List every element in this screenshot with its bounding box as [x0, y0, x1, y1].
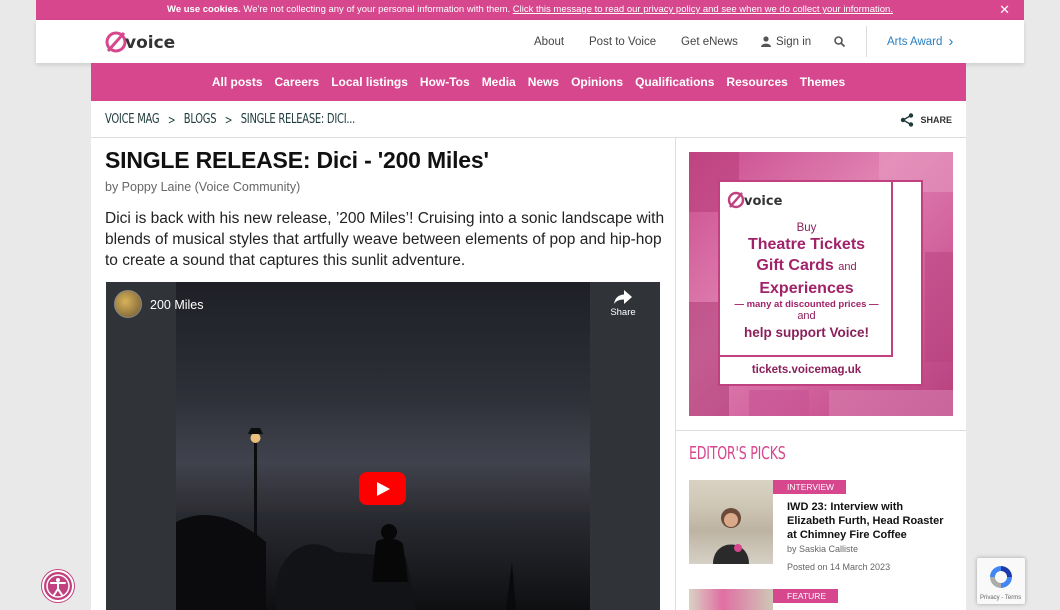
nav-get-enews[interactable]: Get eNews — [681, 20, 738, 63]
nav-post-to-voice[interactable]: Post to Voice — [589, 20, 656, 63]
ad-voice-logo: voice — [727, 188, 793, 217]
article-byline: by Poppy Laine (Voice Community) — [105, 180, 301, 194]
recaptcha-text[interactable]: Privacy - Terms — [980, 595, 1021, 601]
arts-award-link[interactable]: Arts Award › — [866, 26, 953, 57]
pick-date: Posted on 14 March 2023 — [787, 562, 891, 572]
share-arrow-icon — [614, 290, 632, 304]
nav-opinions[interactable]: Opinions — [571, 75, 623, 89]
user-icon — [761, 36, 771, 47]
ad-gift-cards-line: Gift Cards and — [720, 255, 893, 278]
nav-about-label: About — [534, 35, 565, 48]
breadcrumb-current: SINGLE RELEASE: DICI... — [240, 112, 356, 127]
video-share-button[interactable]: Share — [608, 290, 638, 318]
nav-resources[interactable]: Resources — [726, 75, 787, 89]
cookie-banner[interactable]: We use cookies. We're not collecting any… — [36, 0, 1024, 20]
column-divider — [675, 138, 676, 610]
nav-careers[interactable]: Careers — [275, 75, 320, 89]
search-button[interactable] — [834, 20, 845, 63]
article: SINGLE RELEASE: Dici - '200 Miles' by Po… — [105, 147, 665, 271]
pick-title[interactable]: IWD 23: Interview with Elizabeth Furth, … — [787, 500, 953, 542]
editors-pick-item[interactable]: FEATURE — [689, 589, 953, 610]
pick-thumbnail[interactable] — [689, 589, 773, 610]
nav-media[interactable]: Media — [482, 75, 516, 89]
chevron-right-icon: › — [948, 33, 954, 50]
breadcrumb: VOICE MAG > BLOGS > SINGLE RELEASE: DICI… — [105, 101, 355, 138]
ad-card-inner: voice Buy Theatre Tickets Gift Cards and… — [720, 182, 893, 357]
nav-sign-in[interactable]: Sign in — [761, 20, 811, 63]
ad-card: voice Buy Theatre Tickets Gift Cards and… — [718, 180, 923, 386]
nav-post-label: Post to Voice — [589, 35, 657, 48]
ad-buy: Buy — [796, 222, 817, 234]
pick-thumbnail[interactable] — [689, 480, 773, 564]
recaptcha-badge[interactable]: Privacy - Terms — [977, 558, 1025, 604]
pick-tag[interactable]: FEATURE — [773, 589, 839, 603]
main-content: VOICE MAG > BLOGS > SINGLE RELEASE: DICI… — [91, 101, 966, 610]
video-player[interactable]: 200 Miles Share — [106, 282, 660, 610]
close-icon[interactable]: ✕ — [999, 0, 1010, 19]
ad-discount: — many at discounted prices — — [734, 299, 879, 310]
pick-author: by Saskia Calliste — [787, 544, 859, 554]
site-header: voice About Post to Voice Get eNews Sign… — [36, 20, 1024, 63]
sidebar-divider — [676, 430, 966, 431]
article-title: SINGLE RELEASE: Dici - '200 Miles' — [105, 147, 489, 173]
voice-logo[interactable]: voice — [104, 27, 184, 57]
article-lead: Dici is back with his new release, ’200 … — [105, 210, 665, 269]
nav-themes[interactable]: Themes — [800, 75, 845, 89]
ad-logo-text: voice — [744, 194, 783, 209]
breadcrumb-separator-icon: > — [167, 112, 176, 127]
ad-and: and — [797, 310, 816, 322]
nav-about[interactable]: About — [534, 20, 564, 63]
nav-enews-label: Get eNews — [681, 35, 738, 48]
ad-text: Buy Theatre Tickets Gift Cards and Exper… — [720, 222, 893, 340]
editors-pick-item[interactable]: INTERVIEW IWD 23: Interview with Elizabe… — [689, 480, 953, 572]
privacy-policy-link[interactable]: Click this message to read our privacy p… — [513, 4, 893, 15]
cookie-banner-bold: We use cookies. — [167, 4, 241, 15]
accessibility-button[interactable] — [42, 570, 74, 602]
ad-gift-cards: Gift Cards — [756, 257, 834, 274]
ad-and-inline: and — [838, 261, 857, 273]
ad-theatre-tickets: Theatre Tickets — [747, 236, 866, 253]
ad-experiences: Experiences — [759, 280, 854, 297]
nav-how-tos[interactable]: How-Tos — [420, 75, 470, 89]
ad-url: tickets.voicemag.uk — [751, 364, 862, 376]
breadcrumb-bar: VOICE MAG > BLOGS > SINGLE RELEASE: DICI… — [91, 101, 966, 138]
accessibility-icon — [46, 574, 70, 598]
play-icon[interactable] — [359, 472, 406, 505]
video-title[interactable]: 200 Miles — [150, 298, 204, 312]
recaptcha-icon — [990, 566, 1012, 588]
ad-support: help support Voice! — [743, 325, 869, 340]
breadcrumb-voice-mag[interactable]: VOICE MAG — [105, 112, 160, 127]
page: We use cookies. We're not collecting any… — [0, 0, 1060, 610]
breadcrumb-blogs[interactable]: BLOGS — [184, 112, 217, 127]
logo-text: voice — [125, 33, 175, 53]
nav-news[interactable]: News — [528, 75, 559, 89]
ticket-ad[interactable]: voice Buy Theatre Tickets Gift Cards and… — [689, 152, 953, 416]
main-nav: All posts Careers Local listings How-Tos… — [91, 63, 966, 101]
nav-all-posts[interactable]: All posts — [212, 75, 263, 89]
channel-avatar[interactable] — [114, 290, 142, 318]
cookie-banner-text: We're not collecting any of your persona… — [240, 4, 513, 15]
breadcrumb-separator-icon: > — [224, 112, 233, 127]
pick-tag[interactable]: INTERVIEW — [773, 480, 847, 494]
share-icon — [901, 112, 914, 127]
editors-picks-heading: EDITOR'S PICKS — [689, 443, 786, 464]
nav-qualifications[interactable]: Qualifications — [635, 75, 714, 89]
search-icon — [834, 36, 845, 47]
video-share-label: Share — [610, 307, 636, 318]
pick-person-image — [713, 508, 749, 564]
share-button[interactable]: SHARE — [900, 101, 952, 138]
share-label: SHARE — [920, 114, 952, 125]
nav-sign-in-label: Sign in — [776, 35, 812, 48]
nav-local-listings[interactable]: Local listings — [331, 75, 408, 89]
arts-award-label: Arts Award — [887, 35, 943, 48]
video-scene — [176, 428, 516, 610]
